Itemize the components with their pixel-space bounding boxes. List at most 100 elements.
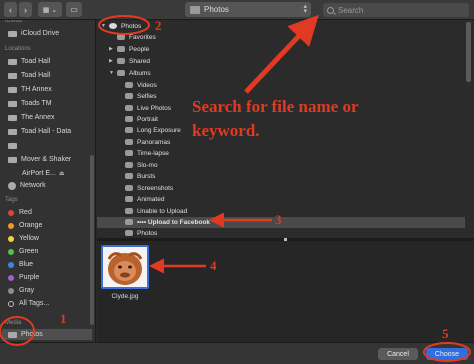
sidebar-item-location[interactable]: Mover & Shaker <box>8 154 71 165</box>
annotation-number-1: 1 <box>60 311 67 326</box>
tree-row-label: Screenshots <box>137 184 174 192</box>
tree-row[interactable]: ▼ Albums <box>97 68 465 79</box>
sidebar-item-tag[interactable]: Blue <box>8 259 33 270</box>
tag-color-icon <box>8 300 14 307</box>
tree-row[interactable]: Favorites <box>97 32 465 43</box>
sidebar-heading-media: Media <box>5 320 22 326</box>
tag-color-icon <box>8 222 14 229</box>
tree-row-label: Photos <box>121 22 142 30</box>
location-popup[interactable]: Photos ▴ ▾ <box>185 2 311 17</box>
photo-thumbnail[interactable] <box>101 245 149 289</box>
sidebar-item-network[interactable]: Network <box>8 180 46 191</box>
tree-row-label: Slo-mo <box>137 161 158 169</box>
tree-row-label: •••• Upload to Facebook <box>137 218 211 226</box>
person-icon <box>117 46 125 53</box>
chevron-updown-icon: ▴ ▾ <box>303 3 307 15</box>
sidebar-item-tag[interactable]: Purple <box>8 272 39 283</box>
tree-row-label: Favorites <box>129 33 156 41</box>
tree-row[interactable]: Photos <box>97 228 465 238</box>
tree-row-label: Animated <box>137 195 165 203</box>
sidebar-item-tag[interactable]: Yellow <box>8 233 39 244</box>
sidebar-item-tag[interactable]: All Tags... <box>8 298 49 309</box>
tree-row[interactable]: ▶ Shared <box>97 56 465 67</box>
toolbar: ‹ › ▦ ⌄ ▭ Photos ▴ ▾ Search <box>0 0 474 20</box>
sidebar-item-photos[interactable]: Photos <box>2 329 92 340</box>
drive-icon <box>8 114 17 121</box>
disclosure-triangle-icon[interactable]: ▶ <box>109 46 117 52</box>
sidebar-item-location[interactable]: Toad Hall - Data <box>8 126 71 137</box>
search-hint-annotation: Search for file name or keyword. <box>192 95 359 143</box>
tag-color-icon <box>8 248 14 255</box>
cloud-icon <box>8 30 17 37</box>
tag-color-icon <box>8 287 14 294</box>
tree-row[interactable]: Bursts <box>97 171 465 182</box>
tree-row[interactable]: ▼ Photos <box>97 21 465 32</box>
sidebar-item-label: Toads TM <box>21 100 52 107</box>
drive-icon <box>8 58 17 65</box>
tree-row-label: Photos <box>137 229 158 237</box>
back-button[interactable]: ‹ <box>4 2 17 17</box>
tree-row[interactable]: Time-lapse <box>97 148 465 159</box>
sidebar-item-location[interactable]: AirPort E... ⏏ <box>22 168 65 179</box>
long-exposure-icon <box>125 127 133 134</box>
disclosure-triangle-icon[interactable]: ▶ <box>109 58 117 64</box>
disclosure-triangle-icon[interactable]: ▼ <box>101 23 109 29</box>
tree-row[interactable]: Videos <box>97 80 465 91</box>
annotation-number-2: 2 <box>155 18 162 33</box>
disclosure-triangle-icon[interactable]: ▼ <box>109 70 117 76</box>
burst-icon <box>125 173 133 180</box>
sidebar-item-label: TH Annex <box>21 86 52 93</box>
drive-icon <box>8 142 17 149</box>
search-input[interactable]: Search <box>323 3 469 17</box>
album-icon <box>125 219 133 226</box>
sidebar-item-tag[interactable]: Orange <box>8 220 42 231</box>
browser-scrollbar[interactable] <box>466 22 471 82</box>
tree-row[interactable]: Screenshots <box>97 183 465 194</box>
tree-row-label: Selfies <box>137 92 157 100</box>
tree-row-label: Long Exposure <box>137 126 181 134</box>
search-hint-line: keyword. <box>192 121 260 140</box>
cancel-button[interactable]: Cancel <box>378 348 418 360</box>
eject-icon[interactable]: ⏏ <box>59 170 65 177</box>
sidebar-item-label: Toad Hall <box>21 72 51 79</box>
tree-row[interactable]: ▶ People <box>97 44 465 55</box>
new-folder-button[interactable]: ▭ <box>66 2 82 17</box>
sidebar-item-location[interactable] <box>8 140 21 151</box>
sidebar-item-label: Purple <box>19 274 40 281</box>
forward-button[interactable]: › <box>19 2 32 17</box>
album-icon <box>125 208 133 215</box>
sidebar-item-location[interactable]: TH Annex <box>8 84 52 95</box>
heart-icon <box>117 34 125 41</box>
thumbnail-filename: Clyde.jpg <box>111 293 139 300</box>
orangutan-photo <box>103 247 147 287</box>
sidebar-item-tag[interactable]: Green <box>8 246 38 257</box>
sidebar-item-location[interactable]: The Annex <box>8 112 54 123</box>
portrait-icon <box>125 116 133 123</box>
sidebar-item-label: All Tags... <box>19 300 50 307</box>
view-options-button[interactable]: ▦ ⌄ <box>38 2 62 17</box>
sidebar-item-tag[interactable]: Gray <box>8 285 34 296</box>
sidebar-item-icloud-drive[interactable]: iCloud Drive <box>8 28 59 39</box>
panorama-icon <box>125 139 133 146</box>
sidebar-item-location[interactable]: Toad Hall <box>8 70 50 81</box>
tree-row[interactable]: Animated <box>97 194 465 205</box>
sidebar-scrollbar[interactable] <box>90 155 94 325</box>
sidebar-item-label: Toad Hall - Data <box>21 128 72 135</box>
tree-row-label: Portrait <box>137 115 158 123</box>
monitor-icon <box>8 156 17 163</box>
tag-color-icon <box>8 209 14 216</box>
tree-row-label: People <box>129 45 150 53</box>
sidebar-item-tag[interactable]: Red <box>8 207 32 218</box>
sidebar-item-location[interactable]: Toads TM <box>8 98 52 109</box>
location-label: Photos <box>204 5 229 14</box>
tree-row-label: Shared <box>129 57 150 65</box>
photos-app-icon <box>109 23 117 30</box>
sidebar-item-label: The Annex <box>21 114 55 121</box>
tree-row[interactable]: Slo-mo <box>97 160 465 171</box>
choose-button[interactable]: Choose <box>426 348 468 360</box>
drive-icon <box>8 86 17 93</box>
sidebar-item-location[interactable]: Toad Hall <box>8 56 50 67</box>
tag-color-icon <box>8 235 14 242</box>
tree-row-label: Unable to Upload <box>137 207 188 215</box>
sidebar-item-label: Yellow <box>19 235 39 242</box>
